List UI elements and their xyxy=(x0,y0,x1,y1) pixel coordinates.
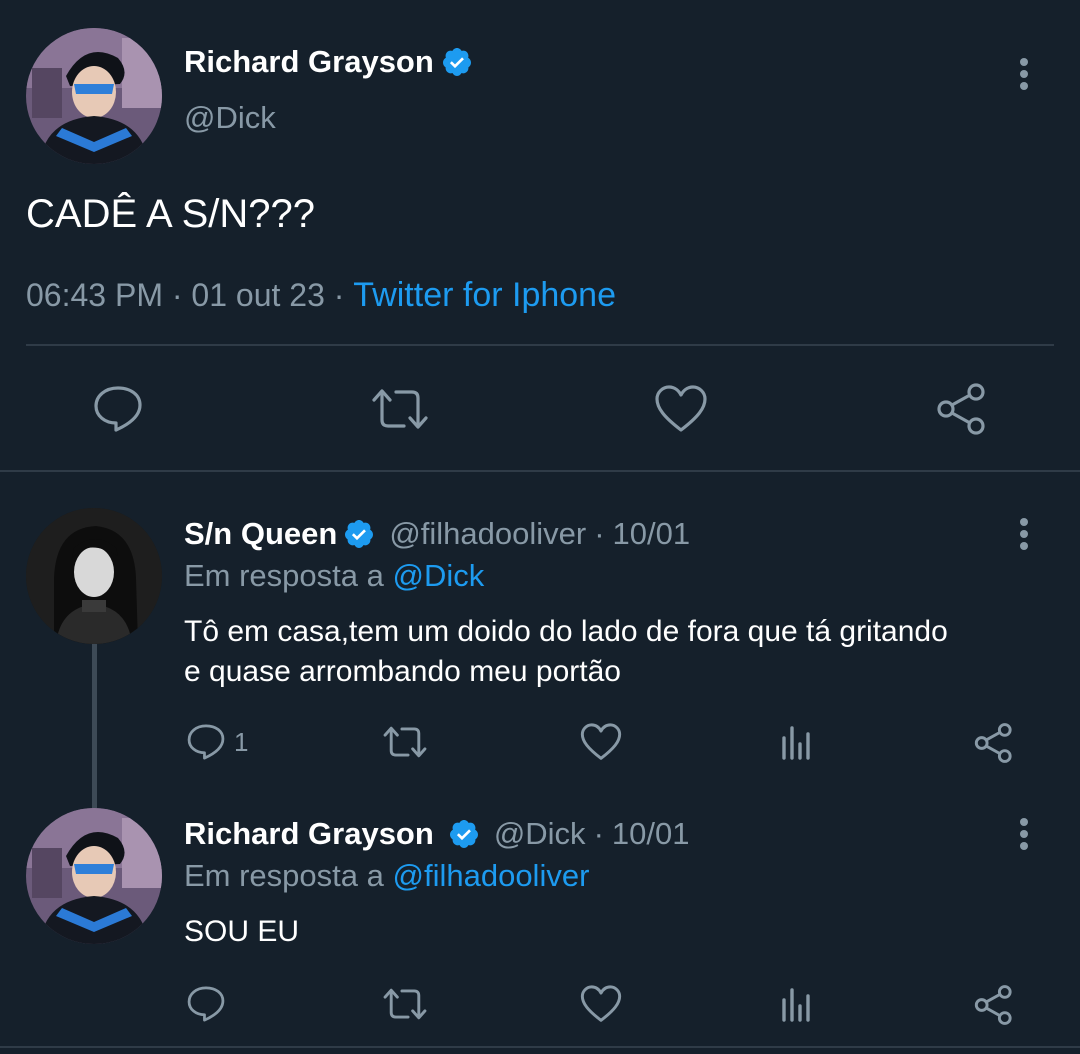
tweet-text: CADÊ A S/N??? xyxy=(26,192,316,236)
divider xyxy=(26,344,1054,346)
reply-text: Tô em casa,tem um doido do lado de fora … xyxy=(184,612,948,692)
retweet-icon[interactable] xyxy=(382,986,428,1022)
analytics-icon[interactable] xyxy=(780,724,814,760)
share-icon[interactable] xyxy=(974,984,1014,1026)
more-options-icon[interactable] xyxy=(1014,54,1034,94)
retweet-icon[interactable] xyxy=(382,724,428,760)
tweet-time: 06:43 PM xyxy=(26,277,163,313)
more-options-icon[interactable] xyxy=(1014,514,1034,554)
author-avatar[interactable] xyxy=(26,28,162,164)
meta-separator: · xyxy=(593,816,604,851)
share-icon[interactable] xyxy=(974,722,1014,764)
reply-avatar[interactable] xyxy=(26,508,162,644)
reply-prefix: Em resposta a xyxy=(184,558,384,593)
share-icon[interactable] xyxy=(936,382,988,436)
section-divider xyxy=(0,470,1080,472)
reply-author-name[interactable]: Richard Grayson xyxy=(184,816,434,852)
reply-header: Richard Grayson @Dick · 10/01 xyxy=(184,816,689,852)
reply-author-handle[interactable]: @filhadooliver xyxy=(389,516,586,552)
reply-icon[interactable] xyxy=(186,722,226,762)
reply-prefix: Em resposta a xyxy=(184,858,384,893)
reply-context: Em resposta a @Dick xyxy=(184,558,484,594)
reply-text-line: Tô em casa,tem um doido do lado de fora … xyxy=(184,615,948,648)
meta-separator: · xyxy=(594,516,605,551)
more-options-icon[interactable] xyxy=(1014,814,1034,854)
tweet-meta: 06:43 PM · 01 out 23 · Twitter for Iphon… xyxy=(26,276,616,314)
reply-avatar[interactable] xyxy=(26,808,162,944)
analytics-icon[interactable] xyxy=(780,986,814,1022)
tweet-source-link[interactable]: Twitter for Iphone xyxy=(353,276,616,314)
reply-action[interactable]: 1 xyxy=(186,722,248,762)
reply-author-name[interactable]: S/n Queen xyxy=(184,516,337,552)
author-name[interactable]: Richard Grayson xyxy=(184,44,434,80)
reply-icon[interactable] xyxy=(92,384,144,434)
reply-mention-link[interactable]: @Dick xyxy=(393,558,485,593)
like-icon[interactable] xyxy=(580,984,622,1024)
verified-badge-icon xyxy=(443,48,471,76)
reply-count: 1 xyxy=(234,726,249,757)
verified-badge-icon xyxy=(345,520,374,548)
reply-text-line: e quase arrombando meu portão xyxy=(184,655,621,688)
thread-line xyxy=(92,644,97,808)
like-icon[interactable] xyxy=(654,384,708,434)
reply-mention-link[interactable]: @filhadooliver xyxy=(393,858,590,893)
reply-context: Em resposta a @filhadooliver xyxy=(184,858,589,894)
like-icon[interactable] xyxy=(580,722,622,762)
reply-icon[interactable] xyxy=(186,984,226,1024)
reply-date: 10/01 xyxy=(612,516,691,551)
reply-date: 10/01 xyxy=(611,816,690,851)
meta-separator: · xyxy=(171,277,183,313)
verified-badge-icon xyxy=(449,820,478,848)
meta-separator: · xyxy=(333,277,345,313)
reply-author-handle[interactable]: @Dick xyxy=(494,816,586,852)
reply-text: SOU EU xyxy=(184,915,300,948)
section-divider xyxy=(0,1046,1080,1048)
reply-header: S/n Queen @filhadooliver · 10/01 xyxy=(184,516,690,552)
tweet-date: 01 out 23 xyxy=(191,277,325,313)
retweet-icon[interactable] xyxy=(370,386,430,432)
author-handle[interactable]: @Dick xyxy=(184,100,276,136)
